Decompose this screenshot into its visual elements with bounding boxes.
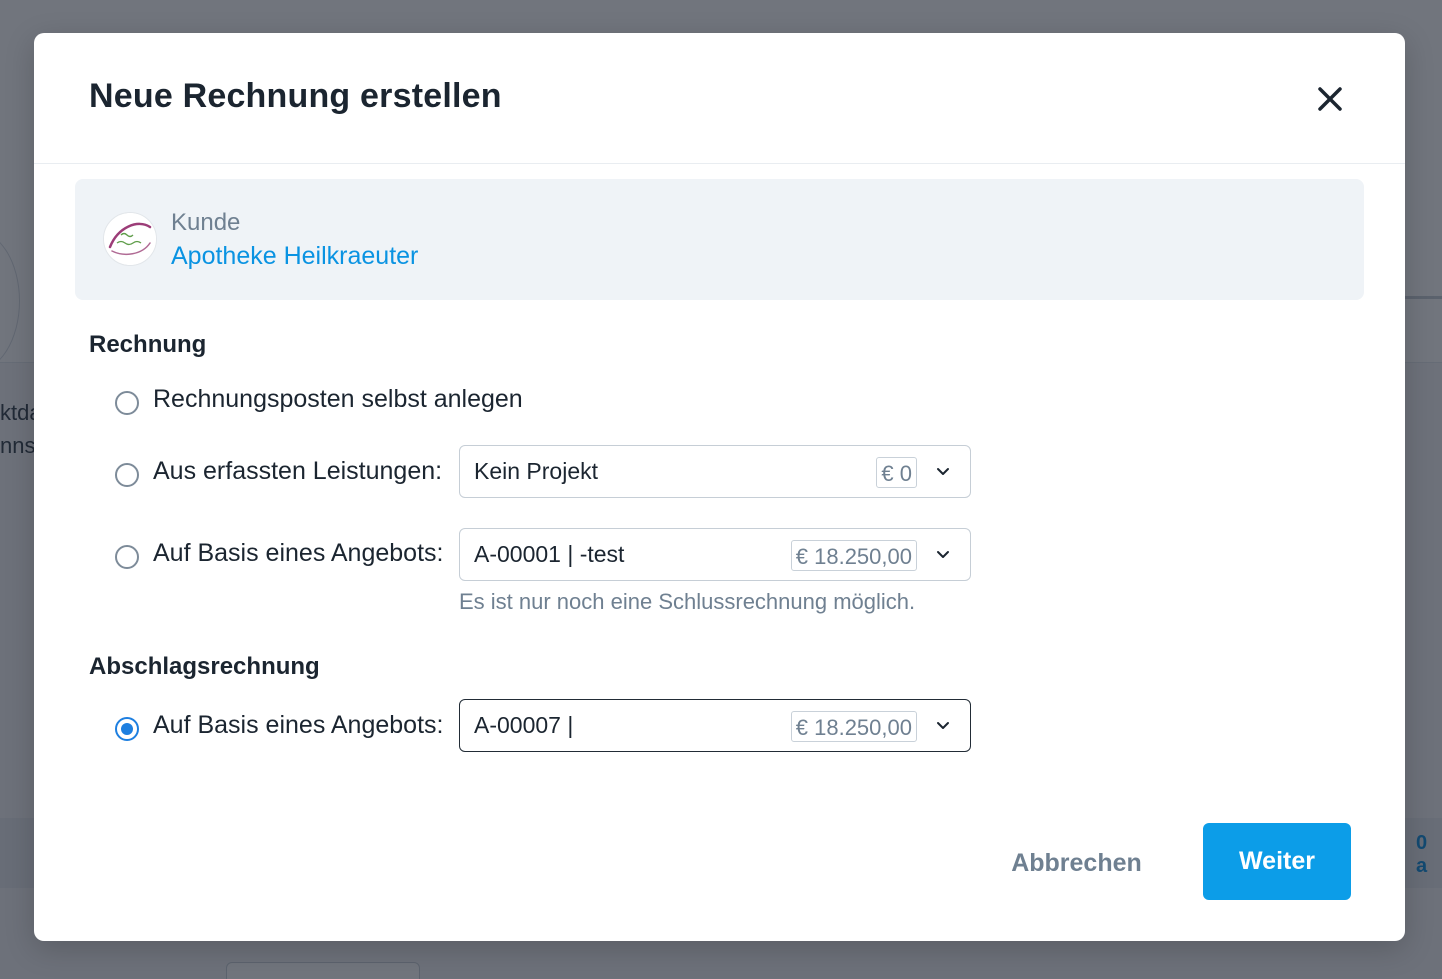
partial-offer-select[interactable]: A-00007 | € 18.250,00 bbox=[459, 699, 971, 752]
radio-manual-items[interactable] bbox=[115, 391, 139, 415]
customer-name-link[interactable]: Apotheke Heilkraeuter bbox=[171, 242, 418, 271]
select-value: A-00001 | -test bbox=[474, 541, 625, 567]
chevron-down-icon bbox=[937, 468, 949, 475]
offer-select[interactable]: A-00001 | -test € 18.250,00 bbox=[459, 528, 971, 581]
close-button[interactable] bbox=[1310, 79, 1350, 119]
radio-partial-based-on-offer[interactable] bbox=[115, 717, 139, 741]
select-value: Kein Projekt bbox=[474, 458, 599, 484]
chevron-down-icon bbox=[937, 551, 949, 558]
next-button[interactable]: Weiter bbox=[1203, 823, 1351, 900]
amount-badge: € 0 bbox=[876, 457, 917, 488]
amount-badge: € 18.250,00 bbox=[790, 711, 917, 742]
customer-card: Kunde Apotheke Heilkraeuter bbox=[75, 179, 1364, 300]
cancel-button[interactable]: Abbrechen bbox=[999, 841, 1154, 885]
modal-header: Neue Rechnung erstellen bbox=[34, 33, 1405, 164]
modal-title: Neue Rechnung erstellen bbox=[89, 77, 502, 115]
option-label: Rechnungsposten selbst anlegen bbox=[153, 385, 523, 413]
customer-avatar bbox=[103, 212, 157, 266]
radio-based-on-offer[interactable] bbox=[115, 545, 139, 569]
project-select[interactable]: Kein Projekt € 0 bbox=[459, 445, 971, 498]
offer-hint-text: Es ist nur noch eine Schlussrechnung mög… bbox=[459, 589, 916, 614]
customer-label: Kunde bbox=[171, 209, 241, 236]
option-label: Auf Basis eines Angebots: bbox=[153, 711, 444, 739]
amount-badge: € 18.250,00 bbox=[790, 540, 917, 571]
chevron-down-icon bbox=[937, 722, 949, 729]
section-title-rechnung: Rechnung bbox=[89, 331, 207, 358]
close-icon bbox=[1318, 87, 1342, 111]
customer-logo bbox=[104, 213, 156, 265]
option-label: Auf Basis eines Angebots: bbox=[153, 539, 444, 567]
radio-recorded-services[interactable] bbox=[115, 463, 139, 487]
create-invoice-modal: Neue Rechnung erstellen Kunde Apotheke H… bbox=[34, 33, 1405, 941]
section-title-abschlag: Abschlagsrechnung bbox=[89, 653, 320, 680]
select-value: A-00007 | bbox=[474, 712, 574, 738]
option-label: Aus erfassten Leistungen: bbox=[153, 457, 443, 485]
